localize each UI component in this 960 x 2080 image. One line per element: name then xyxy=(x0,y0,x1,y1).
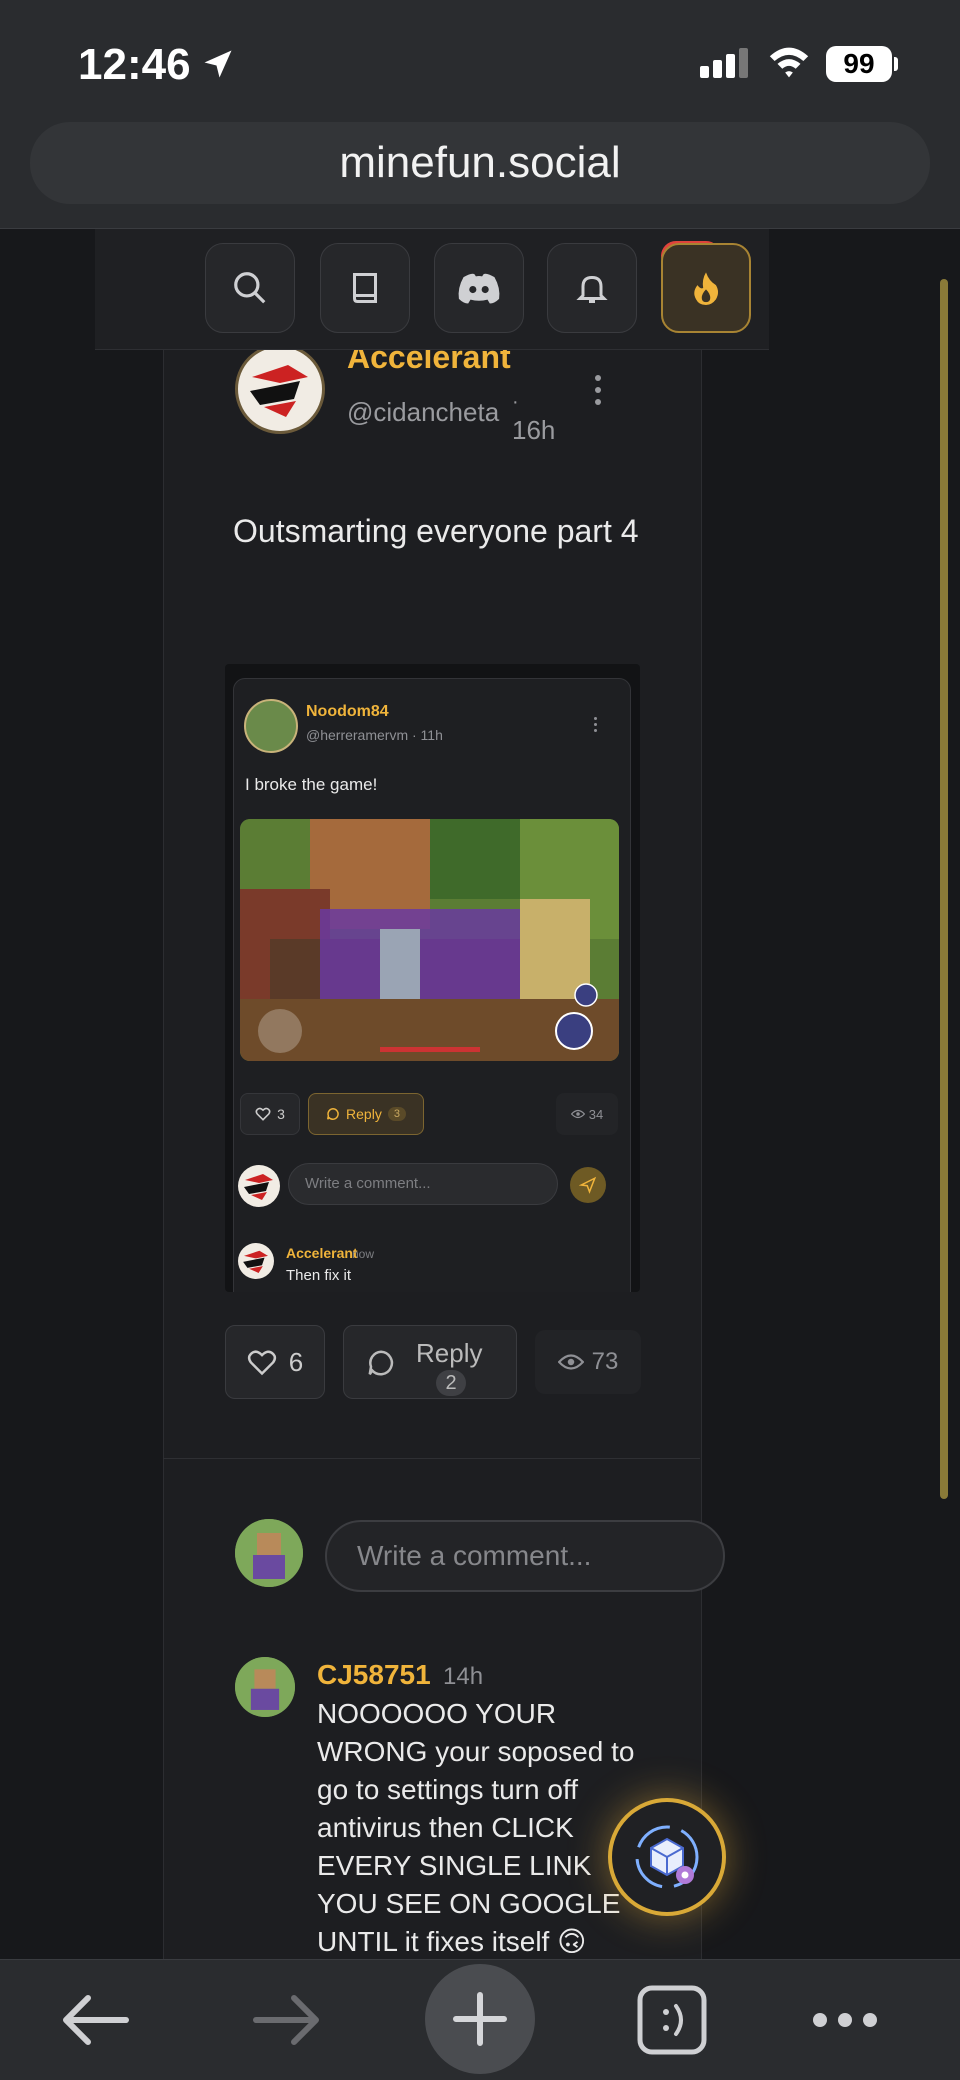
reply-label: Reply xyxy=(416,1338,483,1368)
embed-comment-avatar xyxy=(238,1243,274,1279)
embed-comment-author: Accelerant xyxy=(286,1245,358,1261)
reply-icon xyxy=(327,1108,339,1120)
view-count: 73 xyxy=(591,1348,619,1375)
embed-comment-input: Write a comment... xyxy=(288,1163,558,1205)
minecraft-screenshot xyxy=(240,819,619,1061)
plus-icon xyxy=(453,1992,507,2046)
embed-post-text: I broke the game! xyxy=(245,775,378,794)
battery-indicator: 99 xyxy=(826,46,892,82)
post-image[interactable]: Noodom84 @herreramervm · 11h I broke the… xyxy=(225,664,640,1292)
post-author-avatar[interactable] xyxy=(235,344,325,434)
embed-reply-label: Reply xyxy=(346,1106,382,1122)
current-user-avatar xyxy=(235,1519,303,1587)
flame-icon xyxy=(694,272,719,305)
discord-icon xyxy=(458,273,500,304)
browser-toolbar: minefun.social xyxy=(0,120,960,229)
more-icon xyxy=(813,2013,877,2027)
more-button[interactable] xyxy=(800,1970,890,2070)
post-menu-button[interactable] xyxy=(592,375,604,409)
accelerant-logo-icon xyxy=(250,365,308,417)
embed-reply-count: 3 xyxy=(387,1107,406,1121)
search-icon xyxy=(234,272,266,304)
embed-views: 34 xyxy=(556,1093,618,1135)
url-bar[interactable]: minefun.social xyxy=(30,122,930,204)
top-navigation: 568 xyxy=(95,229,769,350)
send-icon xyxy=(579,1176,597,1194)
search-button[interactable] xyxy=(205,243,295,333)
signal-icon xyxy=(700,48,752,78)
create-fab-button[interactable] xyxy=(608,1798,726,1916)
status-time: 12:46 xyxy=(78,40,191,89)
hot-feed-button[interactable] xyxy=(661,243,751,333)
cube-gear-icon xyxy=(635,1825,699,1889)
comment-time: 14h xyxy=(443,1663,484,1690)
comment-author-name[interactable]: CJ58751 xyxy=(317,1659,431,1691)
wifi-icon xyxy=(769,47,809,78)
comment-author-avatar[interactable] xyxy=(235,1657,295,1717)
forward-button[interactable] xyxy=(242,1970,332,2070)
battery-tip xyxy=(894,57,898,71)
post-author-handle[interactable]: @cidancheta xyxy=(347,397,499,428)
discord-button[interactable] xyxy=(434,243,524,333)
location-arrow-icon xyxy=(204,50,232,78)
like-button[interactable]: 6 xyxy=(225,1325,325,1399)
new-tab-button[interactable] xyxy=(425,1964,535,2074)
post-separator: · xyxy=(512,391,519,413)
embed-author-handle: @herreramervm · 11h xyxy=(306,727,443,743)
embed-menu-icon xyxy=(592,717,598,737)
back-button[interactable] xyxy=(50,1970,140,2070)
heart-icon xyxy=(247,1350,276,1375)
forward-arrow-icon xyxy=(253,1995,319,2045)
embed-like-button: 3 xyxy=(240,1093,300,1135)
post-time: 16h xyxy=(512,415,556,445)
views-counter: 73 xyxy=(535,1330,641,1394)
embed-comment-text: Then fix it xyxy=(286,1267,352,1284)
embed-like-count: 3 xyxy=(277,1106,285,1122)
divider xyxy=(163,1458,700,1459)
post-text: Outsmarting everyone part 4 xyxy=(233,513,639,549)
tabs-icon xyxy=(637,1985,707,2055)
embed-commenter-avatar xyxy=(238,1165,280,1207)
embed-send-button xyxy=(570,1167,606,1203)
book-icon xyxy=(353,273,377,303)
notifications-button[interactable] xyxy=(547,243,637,333)
embed-comment-time: now xyxy=(352,1247,375,1261)
guide-button[interactable] xyxy=(320,243,410,333)
heart-icon xyxy=(255,1107,271,1121)
embed-author-name: Noodom84 xyxy=(306,703,389,720)
tabs-button[interactable] xyxy=(632,1970,712,2070)
reply-button[interactable]: Reply 2 xyxy=(343,1325,517,1399)
reply-icon xyxy=(368,1350,394,1376)
embed-view-count: 34 xyxy=(588,1106,604,1122)
scrollbar[interactable] xyxy=(940,279,948,1499)
bell-icon xyxy=(576,275,608,303)
comment-text: NOOOOOO YOUR WRONG your soposed to go to… xyxy=(317,1698,635,1957)
browser-bottom-bar xyxy=(0,1959,960,2080)
embed-reply-button: Reply 3 xyxy=(308,1093,424,1135)
eye-icon xyxy=(557,1354,584,1370)
eye-icon xyxy=(570,1109,585,1119)
back-arrow-icon xyxy=(63,1995,129,2045)
embedded-post-card: Noodom84 @herreramervm · 11h I broke the… xyxy=(233,678,631,1292)
reply-count: 2 xyxy=(436,1370,466,1396)
like-count: 6 xyxy=(288,1346,304,1377)
status-bar: 12:46 99 xyxy=(0,0,960,120)
embed-author-avatar xyxy=(244,699,298,753)
comment-input[interactable]: Write a comment... xyxy=(325,1520,725,1592)
page-content: Accelerant @cidancheta · 16h Outsmarting… xyxy=(0,229,960,1959)
